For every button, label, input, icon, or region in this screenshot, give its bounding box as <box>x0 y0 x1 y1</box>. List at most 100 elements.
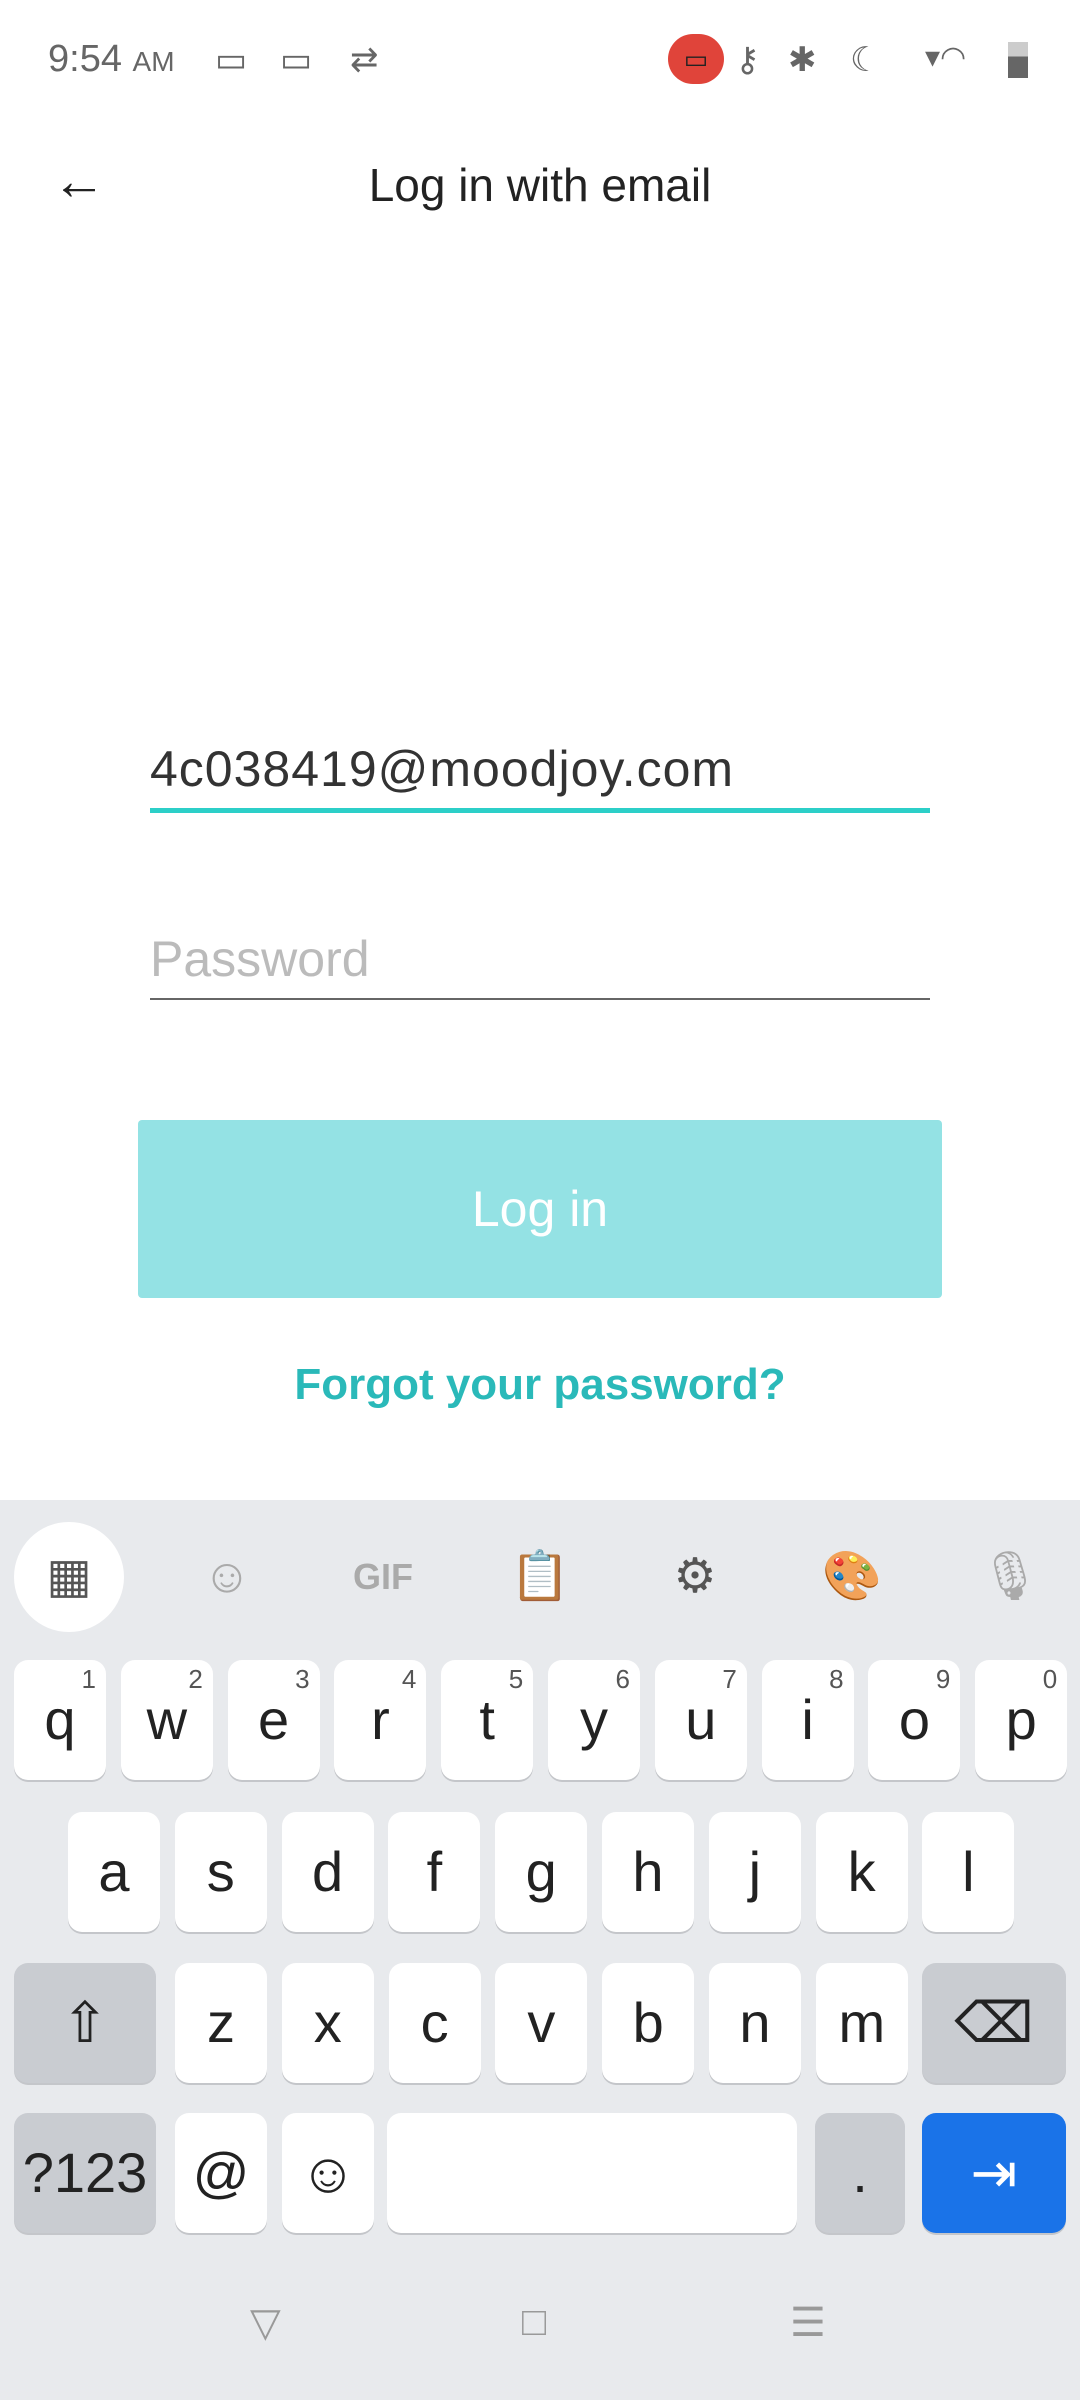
sync-icon: ⇄ <box>350 41 379 79</box>
do-not-disturb-moon-icon: ☾ <box>850 41 881 79</box>
space-key[interactable] <box>387 2113 797 2233</box>
key-label: a <box>98 1840 130 1903</box>
key-label: y <box>580 1688 608 1751</box>
key-x[interactable]: x <box>281 1963 374 2083</box>
key-label: q <box>44 1688 76 1751</box>
key-label: l <box>962 1840 975 1903</box>
key-e[interactable]: e3 <box>227 1660 320 1780</box>
key-a[interactable]: a <box>68 1812 160 1932</box>
key-hint: 2 <box>188 1664 203 1694</box>
key-g[interactable]: g <box>495 1812 588 1932</box>
mic-icon[interactable]: 🎙 <box>955 1522 1065 1632</box>
enter-key[interactable]: ⇥ <box>922 2113 1066 2233</box>
key-z[interactable]: z <box>175 1963 267 2083</box>
at-key[interactable]: @ <box>175 2113 267 2233</box>
key-hint: 5 <box>508 1664 524 1694</box>
key-label: j <box>748 1840 762 1903</box>
password-input[interactable]: Password <box>150 930 930 1000</box>
key-label: p <box>1005 1688 1037 1751</box>
key-k[interactable]: k <box>815 1812 908 1932</box>
key-label: u <box>685 1688 717 1751</box>
battery-icon <box>1008 42 1028 78</box>
key-hint: 7 <box>722 1664 737 1694</box>
status-bar: 9:54 AM ▭ ▭ ⇄ ▭ ⚷ ✱ ☾ ▾◠ <box>0 0 1080 120</box>
key-label: . <box>852 2141 868 2204</box>
wifi-icon: ▾◠ <box>925 41 967 74</box>
key-label: ?123 <box>22 2141 148 2204</box>
key-hint: 4 <box>401 1664 417 1694</box>
key-hint: 0 <box>1042 1664 1058 1694</box>
key-hint: 3 <box>295 1664 310 1694</box>
clipboard-icon[interactable]: 📋 <box>485 1522 595 1632</box>
key-h[interactable]: h <box>602 1812 694 1932</box>
email-input[interactable]: 4c038419@moodjoy.com <box>150 740 930 813</box>
key-c[interactable]: c <box>388 1963 481 2083</box>
key-label: m <box>838 1991 886 2054</box>
backspace-key[interactable]: ⌫ <box>922 1963 1066 2083</box>
key-u[interactable]: u7 <box>654 1660 747 1780</box>
key-b[interactable]: b <box>602 1963 695 2083</box>
key-hint: 8 <box>829 1664 844 1694</box>
key-v[interactable]: v <box>495 1963 588 2083</box>
key-label: g <box>525 1840 557 1903</box>
key-label: n <box>739 1991 771 2054</box>
key-label: t <box>479 1688 495 1751</box>
key-f[interactable]: f <box>388 1812 481 1932</box>
palette-icon[interactable]: 🎨 <box>797 1522 907 1632</box>
key-label: x <box>313 1991 342 2054</box>
key-label: d <box>312 1840 344 1903</box>
key-m[interactable]: m <box>815 1963 908 2083</box>
bluetooth-icon: ✱ <box>788 41 817 79</box>
shift-key[interactable]: ⇧ <box>14 1963 156 2083</box>
key-label: z <box>207 1991 235 2054</box>
key-label: w <box>146 1688 188 1751</box>
login-button[interactable]: Log in <box>138 1120 942 1298</box>
video-icon: ▭ <box>215 41 248 79</box>
key-label: s <box>206 1840 235 1903</box>
gif-button[interactable]: GIF <box>328 1522 438 1632</box>
key-s[interactable]: s <box>174 1812 267 1932</box>
key-label: ⌫ <box>954 1991 1034 2054</box>
key-o[interactable]: o9 <box>868 1660 961 1780</box>
key-label: c <box>420 1991 449 2054</box>
apps-grid-icon[interactable]: ▦ <box>14 1522 124 1632</box>
key-l[interactable]: l <box>922 1812 1015 1932</box>
vpn-key-icon: ⚷ <box>735 41 760 79</box>
sticker-icon[interactable]: ☺ <box>172 1522 282 1632</box>
key-hint: 9 <box>935 1664 951 1694</box>
key-j[interactable]: j <box>708 1812 801 1932</box>
key-label: ☺ <box>299 2141 357 2204</box>
video-icon: ▭ <box>280 41 313 79</box>
nav-recents-button[interactable]: ☰ <box>790 2300 826 2346</box>
key-label: @ <box>192 2141 250 2204</box>
key-label: f <box>426 1840 443 1903</box>
key-d[interactable]: d <box>281 1812 374 1932</box>
forgot-password-link[interactable]: Forgot your password? <box>0 1360 1080 1410</box>
key-t[interactable]: t5 <box>441 1660 534 1780</box>
emoji-key[interactable]: ☺ <box>282 2113 374 2233</box>
nav-back-button[interactable]: ▽ <box>250 2300 281 2346</box>
screen-record-icon: ▭ <box>668 34 724 84</box>
key-hint: 1 <box>81 1664 96 1694</box>
status-time: 9:54 AM <box>48 38 175 80</box>
key-label: k <box>847 1840 876 1903</box>
key-label: h <box>632 1840 664 1903</box>
page-title: Log in with email <box>368 159 712 211</box>
keyboard <box>0 1500 1080 2400</box>
key-p[interactable]: p0 <box>975 1660 1068 1780</box>
key-label: r <box>371 1688 390 1751</box>
key-label: e <box>258 1688 290 1751</box>
key-i[interactable]: i8 <box>761 1660 854 1780</box>
key-label: o <box>898 1688 930 1751</box>
symbols-key[interactable]: ?123 <box>14 2113 156 2233</box>
period-key[interactable]: . <box>815 2113 905 2233</box>
key-r[interactable]: r4 <box>334 1660 427 1780</box>
settings-icon[interactable]: ⚙ <box>640 1522 750 1632</box>
key-hint: 6 <box>615 1664 630 1694</box>
key-n[interactable]: n <box>709 1963 801 2083</box>
key-w[interactable]: w2 <box>120 1660 213 1780</box>
key-label: v <box>527 1991 556 2054</box>
nav-home-button[interactable]: □ <box>522 2300 546 2345</box>
key-y[interactable]: y6 <box>548 1660 640 1780</box>
key-q[interactable]: q1 <box>14 1660 106 1780</box>
